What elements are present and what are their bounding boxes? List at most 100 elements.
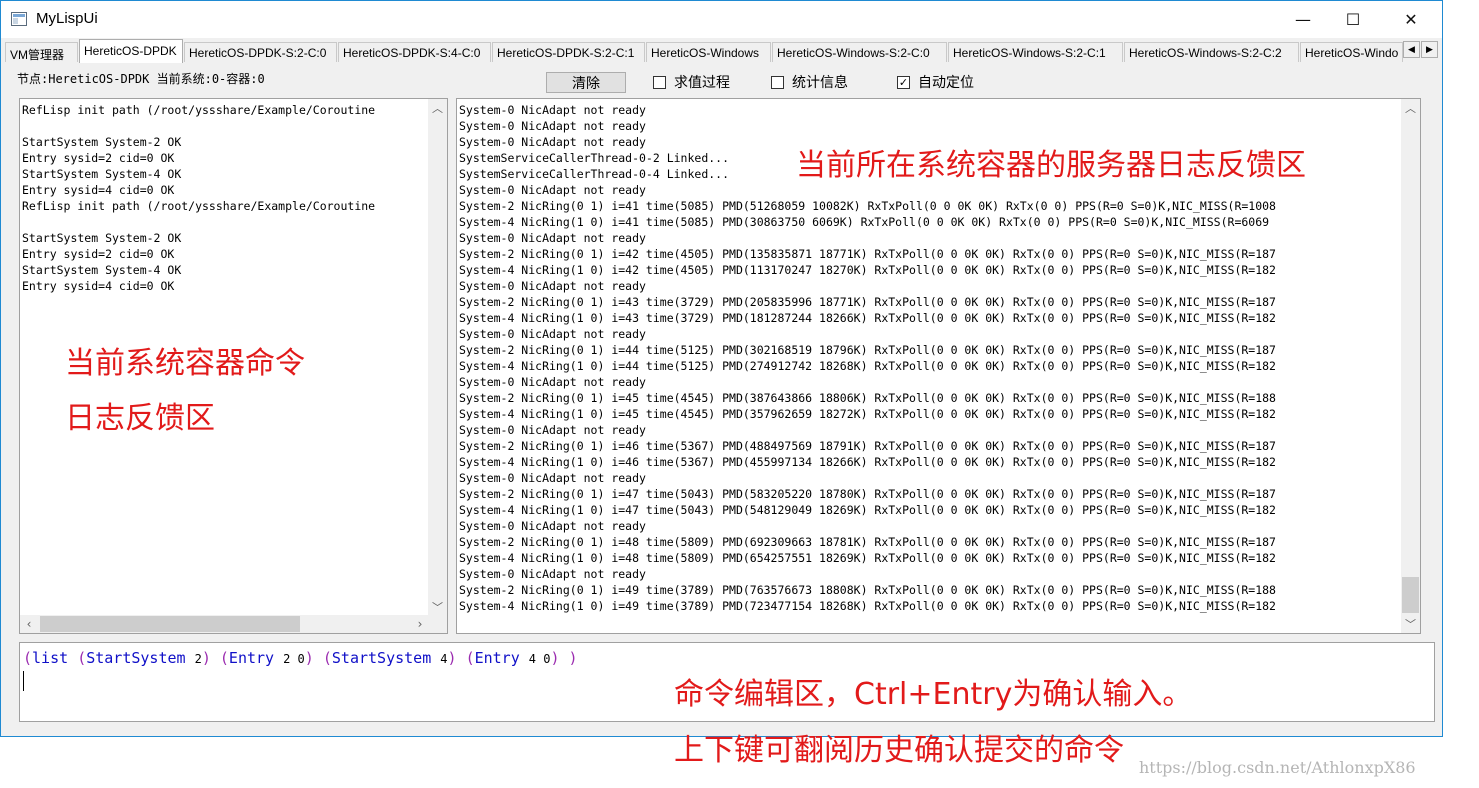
command-token: ) (201, 649, 211, 667)
checkbox-eval-process[interactable]: 求值过程 (653, 73, 730, 91)
annotation-editor-line2: 上下键可翻阅历史确认提交的命令 (674, 733, 1124, 768)
log-line: RefLisp init path (/root/yssshare/Exampl… (22, 103, 376, 117)
log-line: System-4 NicRing(1 0) i=45 time(4545) PM… (459, 407, 1276, 421)
log-line: System-0 NicAdapt not ready (459, 327, 646, 341)
tab-windows-s2-c1[interactable]: HereticOS-Windows-S:2-C:1 (948, 42, 1123, 62)
scroll-down-icon[interactable]: ﹀ (428, 598, 447, 616)
command-token: ) (447, 649, 457, 667)
tab-scroll-right-icon[interactable]: ▶ (1421, 41, 1438, 58)
text-caret (23, 671, 24, 691)
log-line: StartSystem System-2 OK (22, 135, 182, 149)
title-bar[interactable]: MyLispUi — ☐ ✕ (1, 1, 1442, 38)
command-token: StartSystem (331, 649, 432, 667)
command-token (211, 649, 220, 667)
checkbox-label: 求值过程 (674, 75, 730, 91)
command-token: 4 (440, 652, 448, 666)
command-token (186, 649, 195, 667)
close-button[interactable]: ✕ (1388, 1, 1434, 38)
command-token: ) (568, 649, 578, 667)
command-input-text[interactable]: (list (StartSystem 2) (Entry 2 0) (Start… (23, 649, 578, 667)
checkbox-box[interactable]: ✓ (897, 75, 910, 89)
log-line: System-4 NicRing(1 0) i=47 time(5043) PM… (459, 503, 1276, 517)
command-token: ( (322, 649, 332, 667)
command-token: 2 (194, 652, 202, 666)
command-log-horizontal-scrollbar[interactable]: ‹ › (20, 615, 447, 633)
command-log-vertical-scrollbar[interactable]: ︿ ﹀ (428, 99, 447, 616)
log-line: StartSystem System-2 OK (22, 231, 182, 245)
log-line: System-2 NicRing(0 1) i=45 time(4545) PM… (459, 391, 1276, 405)
command-token (431, 649, 440, 667)
scroll-right-icon[interactable]: › (411, 615, 429, 633)
command-token: ) (550, 649, 560, 667)
tab-windows-s2-c2[interactable]: HereticOS-Windows-S:2-C:2 (1124, 42, 1299, 62)
log-line: System-2 NicRing(0 1) i=42 time(4505) PM… (459, 247, 1276, 261)
tab-scroll-left-icon[interactable]: ◀ (1403, 41, 1420, 58)
minimize-button[interactable]: — (1280, 1, 1326, 38)
log-line: System-0 NicAdapt not ready (459, 471, 646, 485)
command-token: Entry (228, 649, 275, 667)
command-token: ( (465, 649, 475, 667)
log-line: System-0 NicAdapt not ready (459, 423, 646, 437)
log-line: System-0 NicAdapt not ready (459, 103, 646, 117)
log-line: System-2 NicRing(0 1) i=41 time(5085) PM… (459, 199, 1276, 213)
tab-hereticos-dpdk[interactable]: HereticOS-DPDK (79, 39, 183, 63)
scroll-up-icon[interactable]: ︿ (428, 99, 447, 117)
log-line: System-4 NicRing(1 0) i=43 time(3729) PM… (459, 311, 1276, 325)
tab-vm-manager[interactable]: VM管理器 (5, 42, 78, 62)
log-line: System-2 NicRing(0 1) i=44 time(5125) PM… (459, 343, 1276, 357)
log-line: System-2 NicRing(0 1) i=43 time(3729) PM… (459, 295, 1276, 309)
clear-button[interactable]: 清除 (546, 72, 626, 93)
command-token: StartSystem (86, 649, 186, 667)
server-log-vertical-scrollbar[interactable]: ︿ ﹀ (1401, 99, 1420, 633)
app-icon (11, 12, 27, 26)
tab-dpdk-s2-c1[interactable]: HereticOS-DPDK-S:2-C:1 (492, 42, 645, 62)
log-line: System-0 NicAdapt not ready (459, 231, 646, 245)
command-token: ( (23, 649, 33, 667)
log-line: System-2 NicRing(0 1) i=49 time(3789) PM… (459, 583, 1276, 597)
log-line: System-4 NicRing(1 0) i=44 time(5125) PM… (459, 359, 1276, 373)
log-line: System-0 NicAdapt not ready (459, 279, 646, 293)
log-line: System-2 NicRing(0 1) i=46 time(5367) PM… (459, 439, 1276, 453)
command-token: ( (77, 649, 87, 667)
maximize-button[interactable]: ☐ (1330, 1, 1376, 38)
command-token (68, 649, 77, 667)
scroll-down-icon[interactable]: ﹀ (1401, 615, 1420, 633)
log-line: System-4 NicRing(1 0) i=49 time(3789) PM… (459, 599, 1276, 613)
tab-dpdk-s4-c0[interactable]: HereticOS-DPDK-S:4-C:0 (338, 42, 491, 62)
tab-hereticos-windows[interactable]: HereticOS-Windows (646, 42, 771, 62)
checkbox-auto-locate[interactable]: ✓ 自动定位 (897, 73, 974, 91)
vertical-scroll-thumb[interactable] (1402, 577, 1419, 613)
window-title: MyLispUi (36, 10, 98, 27)
checkbox-statistics[interactable]: 统计信息 (771, 73, 848, 91)
log-line: System-4 NicRing(1 0) i=41 time(5085) PM… (459, 215, 1270, 229)
command-token: list (32, 649, 69, 667)
horizontal-scroll-thumb[interactable] (40, 616, 300, 632)
checkbox-box[interactable] (771, 75, 784, 89)
tab-windows-overflow[interactable]: HereticOS-Windo (1300, 42, 1403, 62)
tab-windows-s2-c0[interactable]: HereticOS-Windows-S:2-C:0 (772, 42, 947, 62)
command-token: 4 0 (528, 652, 551, 666)
checkbox-label: 统计信息 (792, 75, 848, 91)
command-token (457, 649, 466, 667)
tab-dpdk-s2-c0[interactable]: HereticOS-DPDK-S:2-C:0 (184, 42, 337, 62)
log-line: Entry sysid=2 cid=0 OK (22, 151, 175, 165)
log-line: RefLisp init path (/root/yssshare/Exampl… (22, 199, 376, 213)
scroll-left-icon[interactable]: ‹ (20, 615, 38, 633)
command-token: ( (219, 649, 229, 667)
command-token (520, 649, 529, 667)
log-line: System-4 NicRing(1 0) i=48 time(5809) PM… (459, 551, 1276, 565)
node-status: 节点:HereticOS-DPDK 当前系统:0-容器:0 (17, 72, 265, 86)
log-line: System-4 NicRing(1 0) i=46 time(5367) PM… (459, 455, 1276, 469)
log-line: System-0 NicAdapt not ready (459, 567, 646, 581)
annotation-command-log-line1: 当前系统容器命令 (65, 346, 305, 381)
command-token (274, 649, 283, 667)
checkbox-box[interactable] (653, 75, 666, 89)
command-token: Entry (474, 649, 520, 667)
scroll-up-icon[interactable]: ︿ (1401, 99, 1420, 117)
command-token (560, 649, 569, 667)
log-line: Entry sysid=2 cid=0 OK (22, 247, 175, 261)
log-line: System-0 NicAdapt not ready (459, 519, 646, 533)
command-token: 2 0 (283, 652, 305, 666)
log-line: StartSystem System-4 OK (22, 263, 182, 277)
